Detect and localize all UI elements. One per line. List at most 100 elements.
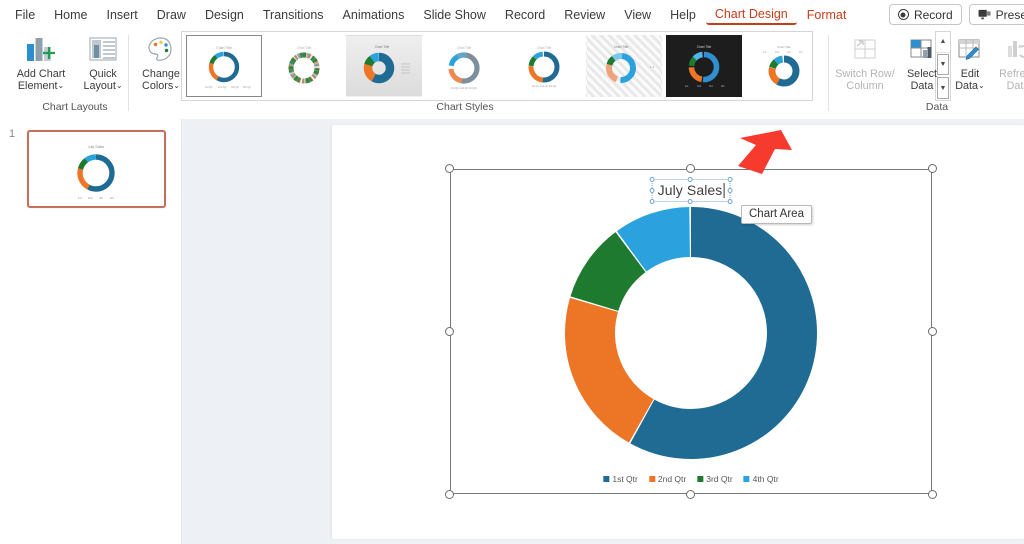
menu-item-file[interactable]: File (6, 5, 44, 25)
legend-item-2[interactable]: 2nd Qtr (648, 474, 686, 484)
change-colors-icon (146, 33, 176, 65)
menu-item-slide-show[interactable]: Slide Show (414, 5, 495, 25)
window-actions: Record Present (888, 4, 1024, 25)
chart-handle-bottom-right[interactable] (928, 490, 937, 499)
menu-item-review[interactable]: Review (555, 5, 614, 25)
chart-style-thumb-3[interactable]: Chart Title (346, 35, 422, 97)
menu-item-chart-design[interactable]: Chart Design (705, 4, 797, 25)
svg-text:Chart Title: Chart Title (375, 45, 390, 49)
menu-item-home[interactable]: Home (45, 5, 96, 25)
chevron-down-icon[interactable]: ⌄ (116, 81, 123, 90)
legend-item-1[interactable]: 1st Qtr (603, 474, 638, 484)
chart-handle-top-right[interactable] (928, 164, 937, 173)
refresh-data-button[interactable]: Refresh Data (994, 29, 1024, 92)
chart-styles-gallery[interactable]: Chart Title 1st Qtr 2nd Qtr 3rd Qtr 4th Qt… (181, 31, 813, 101)
record-button[interactable]: Record (888, 4, 962, 25)
chevron-down-icon[interactable]: ⌄ (57, 81, 64, 90)
chart-style-thumb-7[interactable]: Chart Title 1st 2nd 3rd 4th (666, 35, 742, 97)
menu-item-transitions[interactable]: Transitions (254, 5, 333, 25)
powerpoint-window: File Home Insert Draw Design Transitions… (0, 0, 1024, 544)
switch-row-column-label-2: Column (846, 80, 884, 92)
select-data-label-1: Select (906, 68, 937, 80)
chart-handle-middle-right[interactable] (928, 326, 937, 336)
chart-handle-bottom-center[interactable] (686, 490, 695, 499)
chart-handle-top-left[interactable] (445, 164, 454, 173)
chart-style-thumb-4[interactable]: Chart Title 1st Qtr 2nd Qtr 3rd Qtr (426, 35, 502, 97)
select-data-button[interactable]: Select Data (898, 29, 946, 92)
svg-text:4th: 4th (110, 196, 114, 200)
menu-item-design[interactable]: Design (196, 5, 253, 25)
editor-body: 1 July Sales 1st 2nd 3rd 4th July Sales … (0, 119, 1024, 544)
group-label-chart-layouts: Chart Layouts (42, 101, 108, 113)
chart-title-text[interactable]: July Sales (658, 182, 723, 198)
svg-text:Chart Title: Chart Title (216, 46, 232, 50)
quick-layout-label-1: Quick (89, 68, 117, 80)
svg-text:Chart Title: Chart Title (697, 45, 712, 49)
chart-handle-bottom-left[interactable] (445, 490, 454, 499)
switch-row-column-button[interactable]: Switch Row/ Column (832, 29, 898, 92)
chart-object[interactable]: July Sales Chart Area 1st Qtr 2nd Qtr 3r… (445, 164, 937, 499)
ribbon-group-data: Switch Row/ Column Select Data Edit Data… (832, 29, 1024, 113)
svg-text:1st Qtr 2nd Qtr 3rd Qtr: 1st Qtr 2nd Qtr 3rd Qtr (531, 85, 556, 88)
chart-handle-middle-left[interactable] (445, 326, 454, 336)
chart-style-thumb-5[interactable]: Chart Title 1st Qtr 2nd Qtr 3rd Qtr (506, 35, 582, 97)
svg-text:3rd Qtr: 3rd Qtr (231, 85, 239, 89)
legend-swatch-1st-qtr (603, 476, 610, 482)
menu-item-record[interactable]: Record (496, 5, 554, 25)
svg-text:3rd: 3rd (99, 196, 103, 200)
chart-style-thumb-6[interactable]: Chart Title 1-2 (586, 35, 662, 97)
svg-text:2nd: 2nd (88, 196, 93, 200)
legend-item-3[interactable]: 3rd Qtr (697, 474, 733, 484)
chart-style-thumb-2[interactable]: Chart Title (266, 35, 342, 97)
select-data-label-2: Data (910, 80, 934, 92)
svg-text:2nd: 2nd (775, 51, 780, 54)
legend-label-1st-qtr: 1st Qtr (612, 474, 638, 484)
legend-swatch-3rd-qtr (697, 476, 704, 482)
svg-text:2nd: 2nd (697, 85, 702, 88)
svg-text:4th Qtr: 4th Qtr (243, 85, 251, 89)
menu-item-animations[interactable]: Animations (334, 5, 414, 25)
chart-style-thumb-1[interactable]: Chart Title 1st Qtr 2nd Qtr 3rd Qtr 4th Qt… (186, 35, 262, 97)
chevron-down-icon[interactable]: ⌄ (173, 81, 180, 90)
doughnut-chart[interactable] (555, 197, 827, 474)
refresh-data-label-2: Data (1006, 80, 1024, 92)
menu-item-help[interactable]: Help (661, 5, 705, 25)
chart-area-tooltip: Chart Area (741, 205, 812, 224)
svg-text:Chart Title: Chart Title (457, 46, 472, 50)
svg-text:3rd: 3rd (709, 85, 713, 88)
text-cursor (723, 182, 725, 198)
chart-legend[interactable]: 1st Qtr 2nd Qtr 3rd Qtr 4th Qtr (603, 474, 779, 484)
title-handle-middle-left[interactable] (649, 187, 655, 193)
title-handle-middle-right[interactable] (727, 187, 733, 193)
svg-text:1st: 1st (763, 51, 767, 54)
record-circle-icon (897, 9, 909, 20)
slide-canvas[interactable]: July Sales Chart Area 1st Qtr 2nd Qtr 3r… (332, 125, 1024, 539)
legend-swatch-2nd-qtr (648, 476, 655, 482)
present-button[interactable]: Present (968, 4, 1024, 25)
svg-text:4th: 4th (799, 51, 803, 54)
group-label-chart-styles: Chart Styles (436, 101, 494, 113)
title-handle-top-left[interactable] (649, 177, 655, 182)
menu-item-insert[interactable]: Insert (98, 5, 147, 25)
svg-text:1st: 1st (685, 85, 689, 88)
chevron-down-icon[interactable]: ⌄ (978, 81, 985, 90)
ribbon-divider-2 (828, 35, 829, 111)
legend-item-4[interactable]: 4th Qtr (743, 474, 779, 484)
menu-item-view[interactable]: View (615, 5, 660, 25)
refresh-data-icon (1003, 33, 1024, 65)
slide-thumbnail-1[interactable]: July Sales 1st 2nd 3rd 4th (27, 130, 166, 208)
chart-style-thumb-8[interactable]: Chart Title 1st 2nd 3rd 4th (746, 35, 812, 97)
add-chart-element-icon (24, 33, 58, 65)
menu-item-format[interactable]: Format (798, 5, 856, 25)
add-chart-element-button[interactable]: Add Chart Element⌄ (10, 29, 72, 92)
switch-row-column-icon (850, 33, 880, 65)
quick-layout-button[interactable]: Quick Layout⌄ (72, 29, 134, 92)
chart-handle-top-center[interactable] (686, 164, 695, 173)
edit-data-button[interactable]: Edit Data⌄ (946, 29, 994, 92)
menu-item-draw[interactable]: Draw (148, 5, 195, 25)
group-label-data: Data (925, 101, 949, 113)
slide-thumbnail-pane: 1 July Sales 1st 2nd 3rd 4th (0, 119, 182, 544)
edit-data-label-2: Data (955, 80, 979, 92)
add-chart-element-label-2: Element (17, 80, 58, 92)
edit-data-icon (955, 33, 985, 65)
